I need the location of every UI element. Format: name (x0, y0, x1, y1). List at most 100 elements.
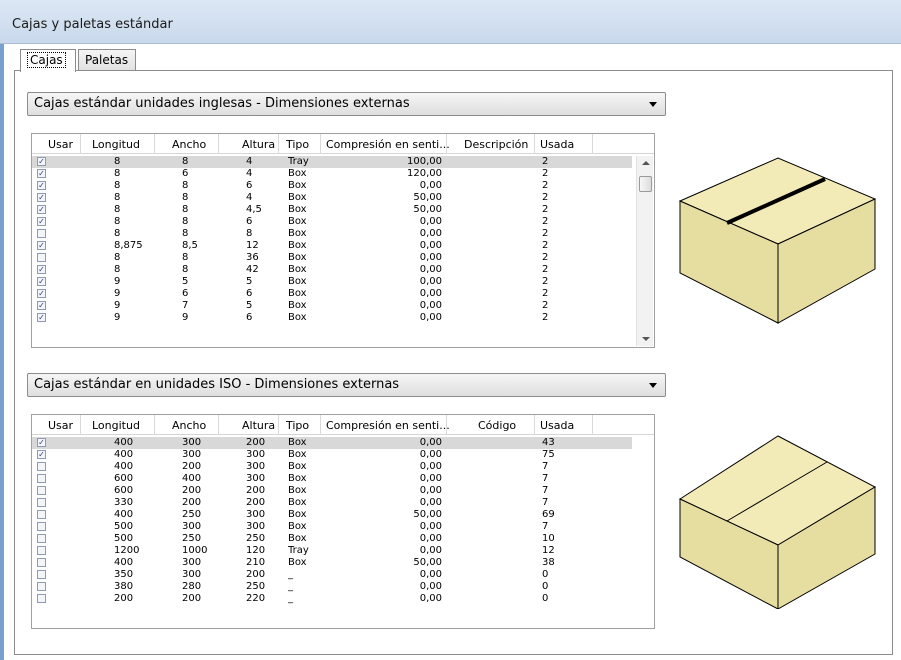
table-row[interactable]: 500 250 250 Box 0,00 10 (32, 533, 632, 545)
usar-checkbox[interactable] (37, 486, 46, 495)
usar-checkbox[interactable]: ✓ (37, 313, 46, 322)
table-row[interactable]: ✓ 9 9 6 Box 0,00 2 (32, 312, 632, 324)
table-row[interactable]: ✓ 8,875 8,5 12 Box 0,00 2 (32, 240, 632, 252)
usar-checkbox[interactable] (37, 582, 46, 591)
table-row[interactable]: ✓ 8 8 4,5 Box 50,00 2 (32, 204, 632, 216)
english-boxes-table[interactable]: Usar Longitud Ancho Altura Tipo Compresi… (31, 133, 655, 348)
cell-ancho: 8 (182, 192, 189, 203)
usar-checkbox[interactable]: ✓ (37, 169, 46, 178)
table-row[interactable]: ✓ 9 7 5 Box 0,00 2 (32, 300, 632, 312)
table-row[interactable]: ✓ 8 8 42 Box 0,00 2 (32, 264, 632, 276)
table-row[interactable]: 600 400 300 Box 0,00 7 (32, 473, 632, 485)
usar-checkbox[interactable]: ✓ (37, 277, 46, 286)
cell-altura: 36 (246, 252, 259, 263)
title-bar: Cajas y paletas estándar (0, 0, 901, 44)
table-row[interactable]: 200 200 220 _ 0,00 0 (32, 593, 632, 605)
table-row[interactable]: 380 280 250 _ 0,00 0 (32, 581, 632, 593)
table-row[interactable]: ✓ 8 8 4 Box 50,00 2 (32, 192, 632, 204)
usar-checkbox[interactable] (37, 534, 46, 543)
cell-tipo: Box (288, 533, 307, 544)
usar-checkbox[interactable]: ✓ (37, 438, 46, 447)
col-compresion[interactable]: Compresión en senti... (326, 419, 450, 432)
iso-units-select[interactable]: Cajas estándar en unidades ISO - Dimensi… (27, 373, 666, 397)
usar-checkbox[interactable]: ✓ (37, 181, 46, 190)
usar-checkbox[interactable]: ✓ (37, 289, 46, 298)
tab-cajas[interactable]: Cajas (20, 49, 76, 72)
scroll-down-arrow-icon[interactable] (642, 337, 650, 341)
table-row[interactable]: ✓ 8 8 6 Box 0,00 2 (32, 180, 632, 192)
usar-checkbox[interactable] (37, 558, 46, 567)
table-row[interactable]: 500 300 300 Box 0,00 7 (32, 521, 632, 533)
table-row[interactable]: 600 200 200 Box 0,00 7 (32, 485, 632, 497)
chevron-down-icon (649, 383, 657, 388)
col-usar[interactable]: Usar (48, 419, 73, 432)
cell-usada: 2 (542, 204, 549, 215)
cell-altura: 6 (246, 180, 253, 191)
table-row[interactable]: 400 300 210 Box 50,00 38 (32, 557, 632, 569)
col-usar[interactable]: Usar (48, 138, 73, 151)
col-longitud[interactable]: Longitud (92, 138, 140, 151)
col-ancho[interactable]: Ancho (172, 138, 206, 151)
cell-altura: 4 (246, 192, 253, 203)
table-row[interactable]: ✓ 8 6 4 Box 120,00 2 (32, 168, 632, 180)
iso-boxes-table[interactable]: Usar Longitud Ancho Altura Tipo Compresi… (31, 414, 655, 629)
usar-checkbox[interactable]: ✓ (37, 193, 46, 202)
col-ancho[interactable]: Ancho (172, 419, 206, 432)
table-row[interactable]: 8 8 8 Box 0,00 2 (32, 228, 632, 240)
usar-checkbox[interactable]: ✓ (37, 217, 46, 226)
vertical-scrollbar[interactable] (636, 156, 653, 346)
cell-ancho: 300 (182, 569, 202, 580)
cell-altura: 300 (246, 449, 266, 460)
usar-checkbox[interactable]: ✓ (37, 205, 46, 214)
col-tipo[interactable]: Tipo (286, 419, 309, 432)
usar-checkbox[interactable] (37, 462, 46, 471)
usar-checkbox[interactable] (37, 498, 46, 507)
table-row[interactable]: ✓ 8 8 6 Box 0,00 2 (32, 216, 632, 228)
usar-checkbox[interactable] (37, 594, 46, 603)
col-compresion[interactable]: Compresión en senti... (326, 138, 450, 151)
table-row[interactable]: 350 300 200 _ 0,00 0 (32, 569, 632, 581)
col-altura[interactable]: Altura (242, 138, 275, 151)
usar-checkbox[interactable] (37, 253, 46, 262)
usar-checkbox[interactable] (37, 474, 46, 483)
usar-checkbox[interactable]: ✓ (37, 450, 46, 459)
table-row[interactable]: ✓ 9 5 5 Box 0,00 2 (32, 276, 632, 288)
cell-ancho: 200 (182, 497, 202, 508)
table-row[interactable]: ✓ 400 300 300 Box 0,00 75 (32, 449, 632, 461)
col-descripcion[interactable]: Descripción (464, 138, 528, 151)
table-row[interactable]: 400 200 300 Box 0,00 7 (32, 461, 632, 473)
cell-usada: 2 (542, 288, 549, 299)
col-altura[interactable]: Altura (242, 419, 275, 432)
usar-checkbox[interactable]: ✓ (37, 157, 46, 166)
usar-checkbox[interactable] (37, 546, 46, 555)
cell-compresion: 50,00 (413, 192, 442, 203)
table-row[interactable]: 8 8 36 Box 0,00 2 (32, 252, 632, 264)
usar-checkbox[interactable] (37, 522, 46, 531)
tab-paletas[interactable]: Paletas (78, 49, 136, 71)
col-tipo[interactable]: Tipo (286, 138, 309, 151)
usar-checkbox[interactable] (37, 570, 46, 579)
cell-tipo: _ (288, 581, 293, 592)
table-row[interactable]: 1200 1000 120 Tray 0,00 12 (32, 545, 632, 557)
col-codigo[interactable]: Código (478, 419, 516, 432)
scroll-up-arrow-icon[interactable] (642, 161, 650, 165)
table-row[interactable]: 330 200 200 Box 0,00 7 (32, 497, 632, 509)
col-usada[interactable]: Usada (540, 419, 574, 432)
cell-ancho: 8 (182, 264, 189, 275)
cajas-panel: Cajas estándar unidades inglesas - Dimen… (14, 70, 893, 655)
cell-tipo: Box (288, 485, 307, 496)
table-row[interactable]: ✓ 9 6 6 Box 0,00 2 (32, 288, 632, 300)
usar-checkbox[interactable]: ✓ (37, 265, 46, 274)
english-units-select[interactable]: Cajas estándar unidades inglesas - Dimen… (27, 92, 666, 116)
cell-tipo: Box (288, 276, 307, 287)
col-longitud[interactable]: Longitud (92, 419, 140, 432)
table-row[interactable]: ✓ 400 300 200 Box 0,00 43 (32, 437, 632, 449)
usar-checkbox[interactable] (37, 510, 46, 519)
col-usada[interactable]: Usada (540, 138, 574, 151)
table-row[interactable]: ✓ 8 8 4 Tray 100,00 2 (32, 156, 632, 168)
table-row[interactable]: 400 250 300 Box 50,00 69 (32, 509, 632, 521)
scrollbar-thumb[interactable] (639, 176, 652, 192)
usar-checkbox[interactable] (37, 229, 46, 238)
usar-checkbox[interactable]: ✓ (37, 301, 46, 310)
usar-checkbox[interactable]: ✓ (37, 241, 46, 250)
